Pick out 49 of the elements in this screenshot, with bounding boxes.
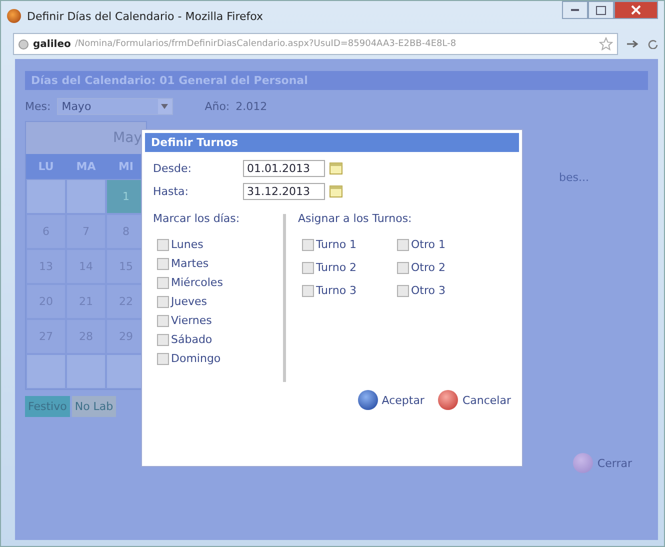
day-checkbox[interactable]: Domingo xyxy=(153,349,283,368)
legend-tag: No Lab xyxy=(72,396,116,417)
day-checkbox[interactable]: Jueves xyxy=(153,292,283,311)
weekday-header: MA xyxy=(75,159,97,175)
shifts-heading: Asignar a los Turnos: xyxy=(298,212,413,225)
shift-checkbox[interactable]: Turno 3 xyxy=(298,281,393,300)
day-checkbox[interactable]: Lunes xyxy=(153,235,283,254)
weekday-header: MI xyxy=(117,159,135,175)
day-checkbox[interactable]: Martes xyxy=(153,254,283,273)
weekday-header: LU xyxy=(37,159,55,175)
shift-checkbox[interactable]: Turno 1 xyxy=(298,235,393,254)
shift-checkbox[interactable]: Otro 3 xyxy=(393,281,473,300)
ball-icon xyxy=(573,453,594,473)
shift-checkbox[interactable]: Otro 2 xyxy=(393,258,473,277)
days-heading: Marcar los días: xyxy=(153,212,241,225)
page-heading: Días del Calendario: 01 General del Personal xyxy=(25,71,648,90)
minimize-button[interactable] xyxy=(562,1,588,19)
shift-checkbox[interactable]: Otro 1 xyxy=(393,235,473,254)
from-date-field[interactable]: 01.01.2013 xyxy=(243,160,325,177)
close-icon xyxy=(631,5,641,15)
globe-icon xyxy=(18,38,29,50)
cancel-button[interactable]: Cancelar xyxy=(438,390,511,410)
to-date-field[interactable]: 31.12.2013 xyxy=(243,183,325,200)
ball-icon xyxy=(438,390,458,410)
dialog-title: Definir Turnos xyxy=(145,133,519,152)
browser-logo-icon xyxy=(7,9,21,23)
shift-checkbox[interactable]: Turno 2 xyxy=(298,258,393,277)
reload-icon[interactable] xyxy=(648,39,658,49)
day-cell xyxy=(66,179,106,214)
accept-button[interactable]: Aceptar xyxy=(358,390,424,410)
month-label: Mes: xyxy=(25,100,51,113)
day-checkbox[interactable]: Viernes xyxy=(153,311,283,330)
page-arrow-icon[interactable] xyxy=(626,39,640,49)
dropdown-arrow-icon xyxy=(161,104,168,109)
close-button[interactable] xyxy=(614,1,658,19)
to-label: Hasta: xyxy=(153,185,190,198)
calendar-icon[interactable] xyxy=(329,162,343,175)
window-title: Definir Días del Calendario - Mozilla Firefox xyxy=(27,10,264,22)
from-label: Desde: xyxy=(153,162,192,175)
address-bar[interactable]: galileo /Nomina/Formularios/frmDefinirDiasCalendario.aspx?UsuID=85904AA3-E2BB-4E8L-8 xyxy=(13,33,618,55)
star-icon[interactable] xyxy=(599,37,613,51)
check-ball-icon xyxy=(358,390,378,410)
day-checkbox[interactable]: Sábado xyxy=(153,330,283,349)
day-checkbox[interactable]: Miércoles xyxy=(153,273,283,292)
year-label: Año: xyxy=(204,100,230,113)
month-select[interactable]: Mayo xyxy=(56,98,173,115)
maximize-button[interactable] xyxy=(588,1,614,19)
calendar-icon[interactable] xyxy=(329,185,343,198)
year-value: 2.012 xyxy=(236,100,268,113)
